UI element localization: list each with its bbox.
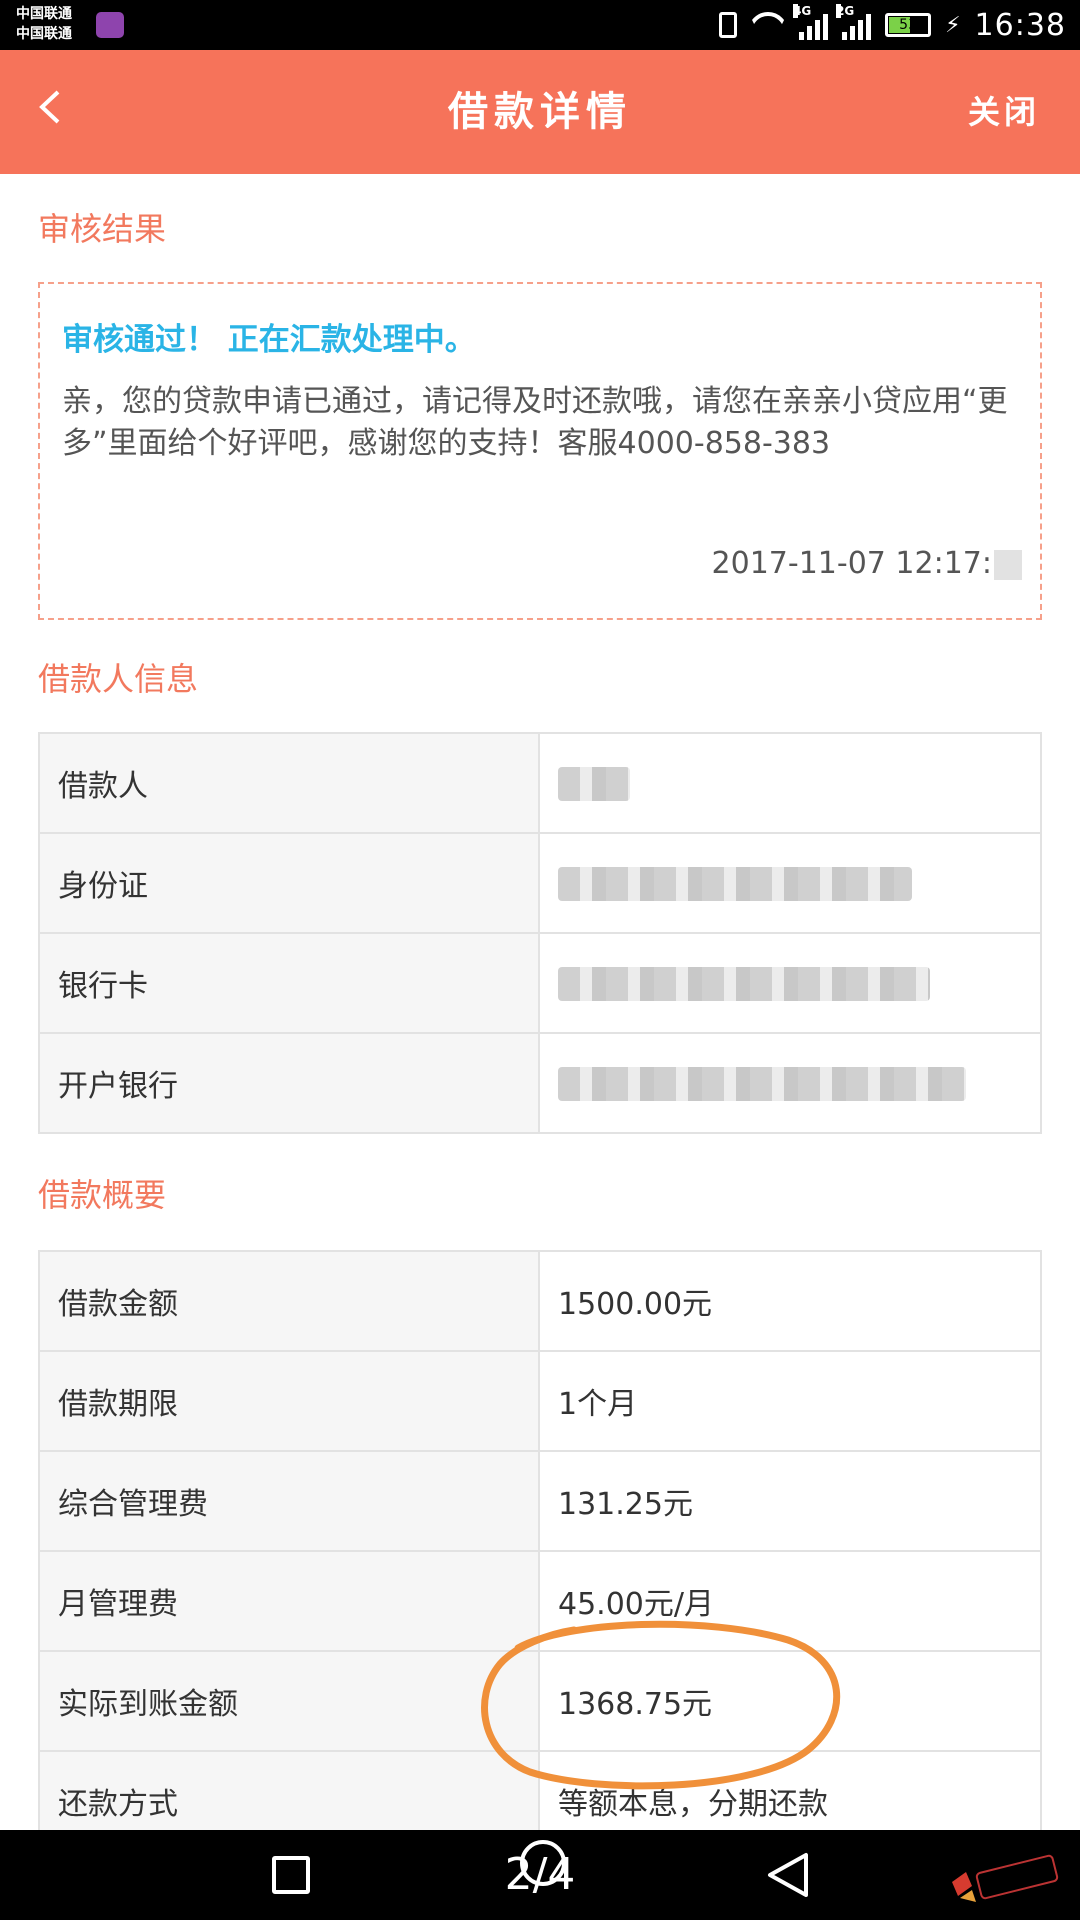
gallery-notification-icon — [96, 12, 124, 38]
borrower-section-title: 借款人信息 — [38, 660, 199, 698]
row-value: 1368.75元 — [538, 1650, 1042, 1752]
page-title: 借款详情 — [448, 89, 632, 135]
summary-section-title: 借款概要 — [38, 1176, 167, 1214]
battery-level: 53 — [899, 17, 917, 33]
redacted-value — [538, 832, 1042, 934]
net-type-1: 4G — [793, 4, 812, 18]
signal-2g-icon: 2G — [836, 4, 872, 40]
wifi-icon — [751, 12, 785, 38]
carrier-2: 中国联通 — [16, 26, 72, 42]
vibrate-icon — [719, 12, 738, 38]
row-label: 月管理费 — [38, 1550, 540, 1652]
status-bar: 中国联通 中国联通 4G 2G 53 ⚡ 16:38 — [0, 0, 1080, 50]
signal-4g-icon: 4G — [793, 4, 829, 40]
review-time-text: 2017-11-07 12:17: — [711, 546, 992, 581]
review-result-box: 审核通过！ 正在汇款处理中。 亲，您的贷款申请已通过，请记得及时还款哦，请您在亲… — [38, 282, 1042, 620]
row-label: 借款期限 — [38, 1350, 540, 1452]
row-label: 实际到账金额 — [38, 1650, 540, 1752]
system-nav-bar: 2/4 — [0, 1830, 1080, 1920]
redacted-value — [538, 932, 1042, 1034]
battery-icon: 53 — [885, 13, 932, 37]
table-row: 借款期限 1个月 — [38, 1350, 1042, 1452]
review-timestamp: 2017-11-07 12:17: — [712, 546, 1022, 581]
charging-icon: ⚡ — [945, 12, 961, 38]
close-button[interactable]: 关闭 — [968, 50, 1040, 174]
clock: 16:38 — [974, 7, 1066, 43]
carrier-1: 中国联通 — [16, 6, 72, 22]
app-header: 借款详情 关闭 — [0, 50, 1080, 174]
review-message: 亲，您的贷款申请已通过，请记得及时还款哦，请您在亲亲小贷应用“更多”里面给个好评… — [62, 384, 1008, 461]
row-value: 45.00元/月 — [538, 1550, 1042, 1652]
table-row: 银行卡 — [38, 932, 1042, 1034]
row-value: 1500.00元 — [538, 1250, 1042, 1352]
redacted-value — [538, 1032, 1042, 1134]
carrier-labels: 中国联通 中国联通 — [16, 4, 72, 44]
table-row: 借款人 — [38, 732, 1042, 834]
row-label: 借款金额 — [38, 1250, 540, 1352]
review-status: 审核通过！ 正在汇款处理中。 — [62, 322, 476, 358]
review-section-title: 审核结果 — [38, 210, 167, 248]
row-label: 银行卡 — [38, 932, 540, 1034]
row-value: 1个月 — [538, 1350, 1042, 1452]
table-row: 身份证 — [38, 832, 1042, 934]
borrower-table: 借款人 身份证 银行卡 开户银行 — [38, 732, 1042, 1134]
row-label: 综合管理费 — [38, 1450, 540, 1552]
summary-table: 借款金额 1500.00元 借款期限 1个月 综合管理费 131.25元 月管理… — [38, 1250, 1042, 1852]
table-row: 借款金额 1500.00元 — [38, 1250, 1042, 1352]
redacted-seconds — [994, 549, 1022, 580]
row-label: 开户银行 — [38, 1032, 540, 1134]
table-row: 月管理费 45.00元/月 — [38, 1550, 1042, 1652]
table-row: 综合管理费 131.25元 — [38, 1450, 1042, 1552]
row-label: 借款人 — [38, 732, 540, 834]
image-pager: 2/4 — [504, 1849, 576, 1900]
status-icons: 4G 2G 53 ⚡ 16:38 — [719, 0, 1066, 50]
watermark-logo-icon — [952, 1854, 1059, 1902]
redacted-value — [538, 732, 1042, 834]
row-label: 身份证 — [38, 832, 540, 934]
net-type-2: 2G — [836, 4, 855, 18]
row-value: 131.25元 — [538, 1450, 1042, 1552]
table-row: 实际到账金额 1368.75元 — [38, 1650, 1042, 1752]
table-row: 开户银行 — [38, 1032, 1042, 1134]
